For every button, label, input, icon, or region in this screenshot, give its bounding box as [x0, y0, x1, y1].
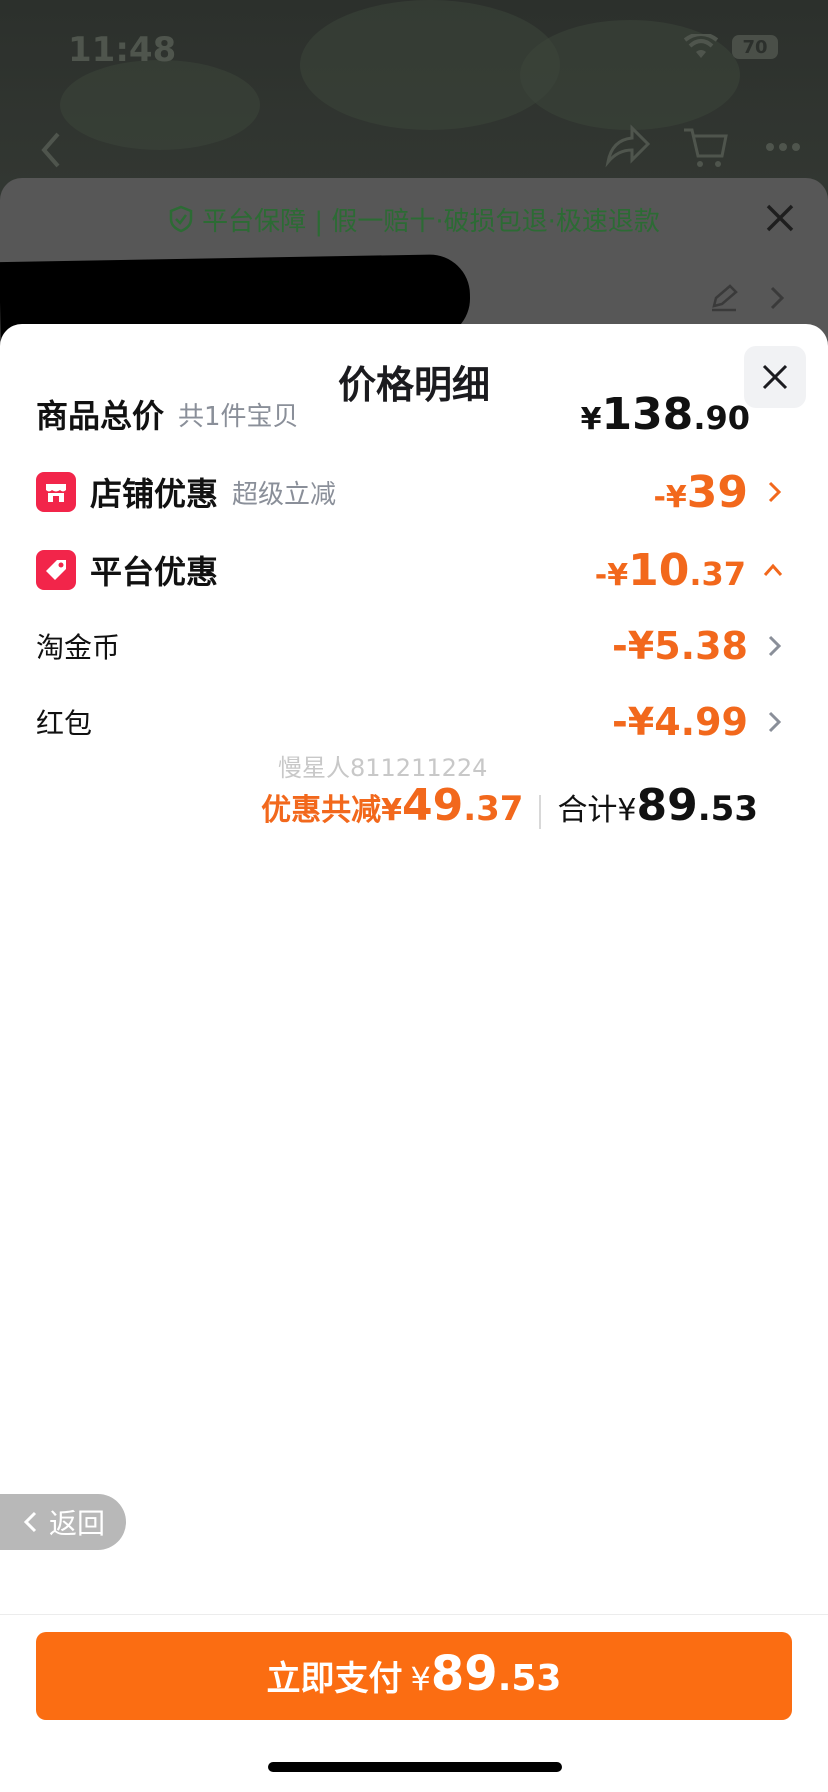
row-item-total: 商品总价 共1件宝贝 ¥ 138 .90 [0, 384, 828, 444]
red-packet-label: 红包 [36, 707, 93, 740]
pay-now-label: 立即支付 [266, 1659, 403, 1699]
amount-integer: 138 [601, 388, 694, 440]
chevron-right-icon[interactable] [766, 282, 790, 314]
shield-check-icon [169, 205, 193, 233]
grand-total: 合计¥ 89 .53 [557, 780, 758, 831]
back-arrow-icon[interactable] [28, 120, 78, 180]
platform-discount-amount: -¥ 10 .37 [595, 545, 746, 596]
amount-value: 4.99 [654, 700, 748, 744]
pay-currency: ¥ [410, 1660, 431, 1698]
row-taojinbi[interactable]: 淘金币 -¥ 5.38 [0, 616, 828, 676]
row-red-packet[interactable]: 红包 -¥ 4.99 [0, 692, 828, 752]
guarantee-text: 平台保障 | 假一赔十·破损包退·极速退款 [202, 206, 660, 237]
cart-icon[interactable] [680, 122, 730, 172]
wifi-icon [684, 34, 718, 58]
return-label: 返回 [48, 1507, 105, 1540]
item-count-text: 共1件宝贝 [178, 401, 299, 432]
pay-amount-decimal: .53 [497, 1658, 562, 1699]
store-discount-amount: -¥ 39 [653, 467, 748, 518]
grand-total-integer: 89 [636, 780, 698, 831]
total-discount-decimal: .37 [463, 789, 524, 829]
row-store-discount[interactable]: 店铺优惠 超级立减 -¥ 39 [0, 462, 828, 522]
close-icon[interactable] [762, 200, 798, 236]
store-discount-label: 店铺优惠 [90, 475, 219, 513]
currency-sign: -¥ [653, 479, 687, 515]
store-icon [36, 472, 76, 512]
currency-sign: -¥ [594, 557, 629, 593]
item-total-amount: ¥ 138 .90 [581, 389, 750, 440]
coupon-tag-icon [36, 550, 76, 590]
pay-amount-integer: 89 [430, 1646, 498, 1702]
amount-integer: 10 [628, 544, 690, 596]
return-button[interactable]: 返回 [0, 1494, 126, 1550]
chevron-up-icon [763, 563, 783, 576]
chevron-right-icon [768, 635, 782, 657]
amount-decimal: .37 [689, 554, 746, 593]
red-packet-amount: -¥ 4.99 [612, 700, 748, 744]
chevron-right-icon [768, 481, 782, 503]
share-icon[interactable] [602, 122, 652, 172]
currency-sign: ¥ [580, 401, 602, 437]
amount-integer: 39 [686, 466, 748, 518]
pay-now-button[interactable]: 立即支付 ¥ 89 .53 [36, 1632, 792, 1720]
taojinbi-label: 淘金币 [36, 631, 121, 664]
store-discount-type: 超级立减 [232, 479, 337, 510]
taojinbi-amount: -¥ 5.38 [612, 624, 748, 668]
platform-discount-label: 平台优惠 [90, 553, 219, 591]
price-detail-sheet: 价格明细 商品总价 共1件宝贝 ¥ 138 .90 店铺优惠 超级立减 -¥ 3… [0, 324, 828, 1792]
price-summary: 优惠共减¥ 49 .37 合计¥ 89 .53 [261, 780, 758, 844]
product-nav-bar [0, 120, 828, 180]
amount-value: 5.38 [654, 624, 748, 668]
status-time: 11:48 [68, 30, 177, 70]
watermark-text: 慢星人811211224 [278, 754, 488, 782]
summary-divider [539, 795, 542, 829]
home-indicator [268, 1762, 562, 1772]
row-platform-discount[interactable]: 平台优惠 -¥ 10 .37 [0, 540, 828, 600]
item-total-label: 商品总价 [36, 397, 165, 435]
currency-sign: -¥ [612, 624, 655, 668]
footer-divider [0, 1614, 828, 1615]
grand-total-label: 合计¥ [557, 793, 637, 828]
currency-sign: -¥ [612, 700, 655, 744]
total-discount-label: 优惠共减¥ [261, 793, 402, 828]
chevron-left-icon [23, 1511, 37, 1533]
battery-indicator: 70 [732, 35, 778, 59]
grand-total-decimal: .53 [697, 789, 758, 829]
total-discount-integer: 49 [401, 780, 464, 831]
amount-decimal: .90 [693, 398, 750, 437]
edit-icon[interactable] [708, 282, 740, 314]
chevron-right-icon [768, 711, 782, 733]
more-icon[interactable] [758, 122, 808, 172]
platform-guarantee-banner: 平台保障 | 假一赔十·破损包退·极速退款 [0, 196, 828, 242]
total-discount: 优惠共减¥ 49 .37 [261, 780, 523, 831]
status-icons: 70 [684, 34, 778, 60]
